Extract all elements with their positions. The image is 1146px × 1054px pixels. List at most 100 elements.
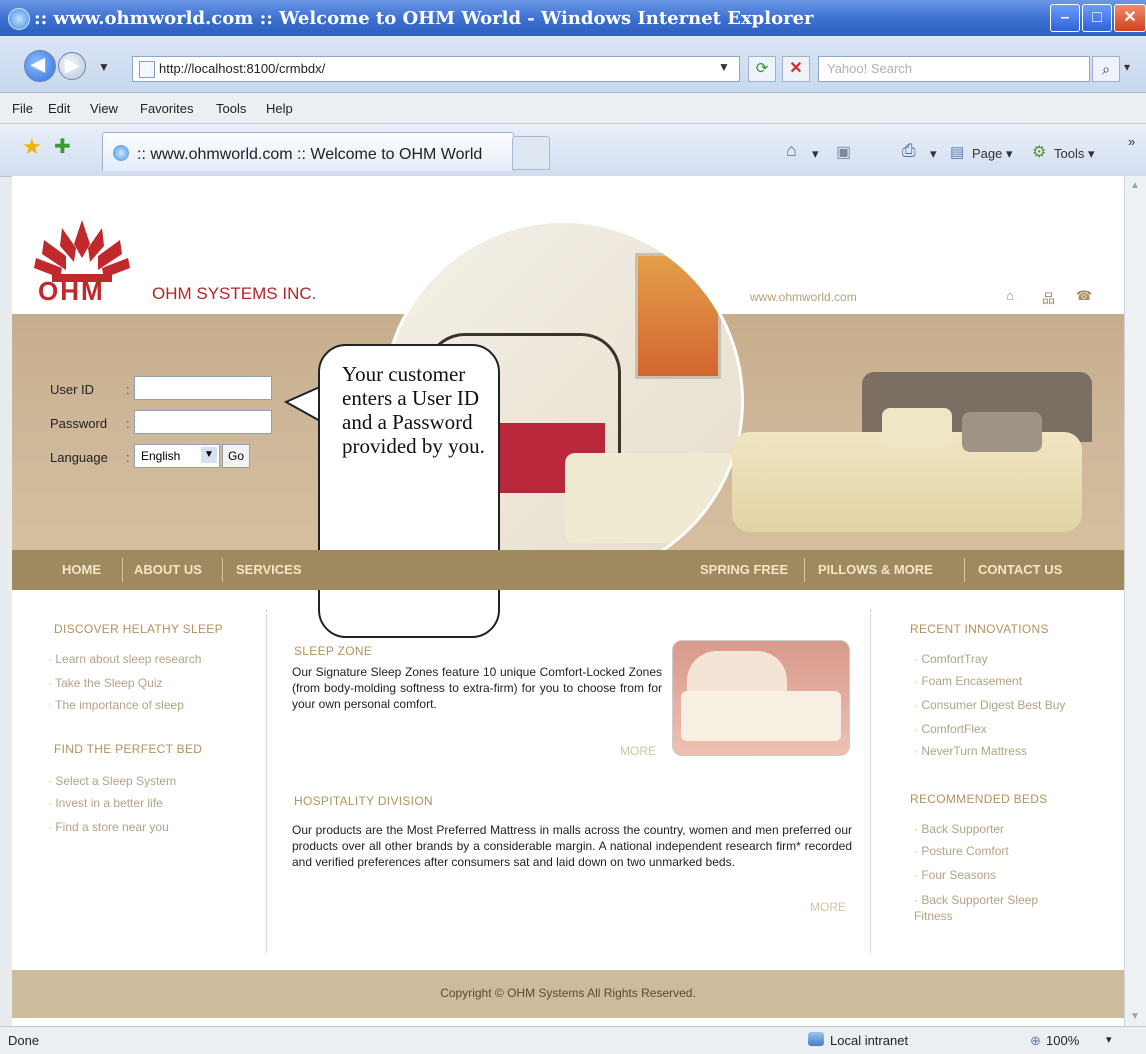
search-options-icon[interactable]: ▾ — [1124, 60, 1130, 74]
nav-about-us[interactable]: ABOUT US — [134, 562, 202, 577]
vertical-scrollbar[interactable]: ▲ ▼ — [1124, 176, 1146, 1026]
sleep-zone-more-link[interactable]: MORE — [620, 744, 656, 758]
company-name: OHM SYSTEMS INC. — [152, 284, 317, 303]
link-importance-sleep[interactable]: The importance of sleep — [48, 698, 184, 712]
link-better-life[interactable]: Invest in a better life — [48, 796, 162, 810]
address-dropdown-icon[interactable]: ▼ — [718, 60, 730, 74]
minimize-button[interactable]: – — [1050, 4, 1080, 32]
home-dropdown-icon[interactable]: ▾ — [812, 146, 819, 162]
close-button[interactable]: ✕ — [1114, 4, 1146, 32]
link-sleep-system[interactable]: Select a Sleep System — [48, 774, 176, 788]
tab-label: :: www.ohmworld.com :: Welcome to OHM Wo… — [137, 146, 483, 163]
nav-services[interactable]: SERVICES — [236, 562, 302, 577]
phone-icon[interactable]: ☎ — [1076, 288, 1092, 304]
stop-icon[interactable]: ✕ — [782, 56, 810, 82]
ie-icon — [8, 8, 30, 30]
print-dropdown-icon[interactable]: ▾ — [930, 146, 937, 162]
refresh-icon[interactable]: ⟳ — [748, 56, 776, 82]
password-input[interactable] — [134, 410, 272, 434]
zoom-dropdown-icon[interactable]: ▾ — [1106, 1033, 1112, 1046]
browser-tab[interactable]: :: www.ohmworld.com :: Welcome to OHM Wo… — [102, 132, 514, 171]
column-divider — [870, 610, 871, 954]
scroll-up-icon[interactable]: ▲ — [1130, 180, 1140, 191]
address-input[interactable]: http://localhost:8100/crmbdx/ — [132, 56, 740, 82]
right-heading-innovations: RECENT INNOVATIONS — [910, 622, 1049, 636]
menu-view[interactable]: View — [90, 101, 118, 116]
home-site-icon[interactable]: ⌂ — [1006, 288, 1014, 303]
go-button[interactable]: Go — [222, 444, 250, 468]
forward-button[interactable]: ▶ — [58, 52, 86, 80]
page-viewport: OHM OHM SYSTEMS INC. www.ohmworld.com ⌂ … — [12, 176, 1124, 1026]
status-bar: Done Local intranet ⊕ 100% ▾ — [0, 1026, 1146, 1054]
user-id-label: User ID — [50, 382, 95, 397]
address-text: http://localhost:8100/crmbdx/ — [159, 61, 326, 76]
tools-menu[interactable]: Tools ▾ — [1054, 146, 1095, 162]
site-url: www.ohmworld.com — [750, 290, 857, 304]
link-foam-encasement[interactable]: Foam Encasement — [914, 674, 1022, 688]
link-sleep-research[interactable]: Learn about sleep research — [48, 652, 201, 666]
zoom-level[interactable]: 100% — [1046, 1033, 1079, 1048]
left-heading-perfect-bed: FIND THE PERFECT BED — [54, 742, 203, 756]
scroll-down-icon[interactable]: ▼ — [1130, 1011, 1140, 1022]
nav-separator — [122, 558, 123, 582]
sleep-zone-title: SLEEP ZONE — [294, 644, 373, 658]
link-back-supporter[interactable]: Back Supporter — [914, 822, 1004, 836]
password-colon: : — [126, 416, 130, 431]
nav-home[interactable]: HOME — [62, 562, 101, 577]
page-menu-label: Page — [972, 146, 1003, 161]
right-heading-recommended: RECOMMENDED BEDS — [910, 792, 1048, 806]
intranet-icon — [808, 1032, 824, 1046]
print-icon[interactable]: ⎙ — [902, 141, 916, 161]
language-colon: : — [126, 450, 130, 465]
user-id-input[interactable] — [134, 376, 272, 400]
sitemap-icon[interactable]: 品 — [1042, 288, 1055, 307]
link-store-near-you[interactable]: Find a store near you — [48, 820, 168, 834]
tools-menu-label: Tools — [1054, 146, 1085, 161]
nav-pillows-more[interactable]: PILLOWS & MORE — [818, 562, 933, 577]
link-four-seasons[interactable]: Four Seasons — [914, 868, 996, 882]
hospitality-more-link[interactable]: MORE — [810, 900, 846, 914]
back-button[interactable]: ◀ — [24, 50, 56, 82]
new-tab-button[interactable] — [512, 136, 550, 170]
mattress-photo — [672, 640, 850, 756]
language-label: Language — [50, 450, 108, 465]
nav-separator — [964, 558, 965, 582]
link-comforttray[interactable]: ComfortTray — [914, 652, 987, 666]
link-comfortflex[interactable]: ComfortFlex — [914, 722, 986, 736]
column-divider — [266, 610, 267, 954]
menu-favorites[interactable]: Favorites — [140, 101, 193, 116]
link-neverturn[interactable]: NeverTurn Mattress — [914, 744, 1027, 758]
copyright-text: Copyright © OHM Systems All Rights Reser… — [440, 986, 696, 1000]
hospitality-title: HOSPITALITY DIVISION — [294, 794, 433, 808]
maximize-button[interactable]: □ — [1082, 4, 1112, 32]
zoom-icon: ⊕ — [1030, 1033, 1041, 1048]
callout-bubble: Your customer enters a User ID and a Pas… — [318, 344, 500, 638]
favorites-star-icon[interactable]: ★ — [22, 134, 42, 160]
search-icon[interactable]: ⌕ — [1092, 56, 1120, 82]
link-back-supporter-fitness[interactable]: Back Supporter Sleep Fitness — [914, 892, 1074, 924]
menu-edit[interactable]: Edit — [48, 101, 70, 116]
tab-ie-icon — [113, 145, 129, 161]
callout-text: Your customer enters a User ID and a Pas… — [342, 362, 485, 458]
left-heading-healthy-sleep: DISCOVER HELATHY SLEEP — [54, 622, 223, 636]
recent-pages-dropdown-icon[interactable]: ▼ — [98, 60, 110, 74]
zone-text: Local intranet — [830, 1033, 909, 1048]
search-input[interactable]: Yahoo! Search — [818, 56, 1090, 82]
feeds-icon[interactable]: ▣ — [836, 142, 851, 162]
menu-bar: File Edit View Favorites Tools Help — [0, 93, 1146, 124]
more-tools-icon[interactable]: » — [1128, 134, 1135, 149]
link-sleep-quiz[interactable]: Take the Sleep Quiz — [48, 676, 162, 690]
title-bar: :: www.ohmworld.com :: Welcome to OHM Wo… — [0, 0, 1146, 36]
hospitality-text: Our products are the Most Preferred Matt… — [292, 823, 852, 869]
page-menu[interactable]: Page ▾ — [972, 146, 1013, 162]
link-consumer-digest[interactable]: Consumer Digest Best Buy — [914, 698, 1065, 712]
menu-tools[interactable]: Tools — [216, 101, 246, 116]
language-select[interactable]: English ▼ — [134, 444, 220, 468]
nav-contact-us[interactable]: CONTACT US — [978, 562, 1062, 577]
menu-file[interactable]: File — [12, 101, 33, 116]
home-icon[interactable]: ⌂ — [786, 140, 797, 161]
add-favorites-icon[interactable]: ✚ — [54, 134, 71, 159]
link-posture-comfort[interactable]: Posture Comfort — [914, 844, 1008, 858]
nav-spring-free[interactable]: SPRING FREE — [700, 562, 788, 577]
menu-help[interactable]: Help — [266, 101, 293, 116]
